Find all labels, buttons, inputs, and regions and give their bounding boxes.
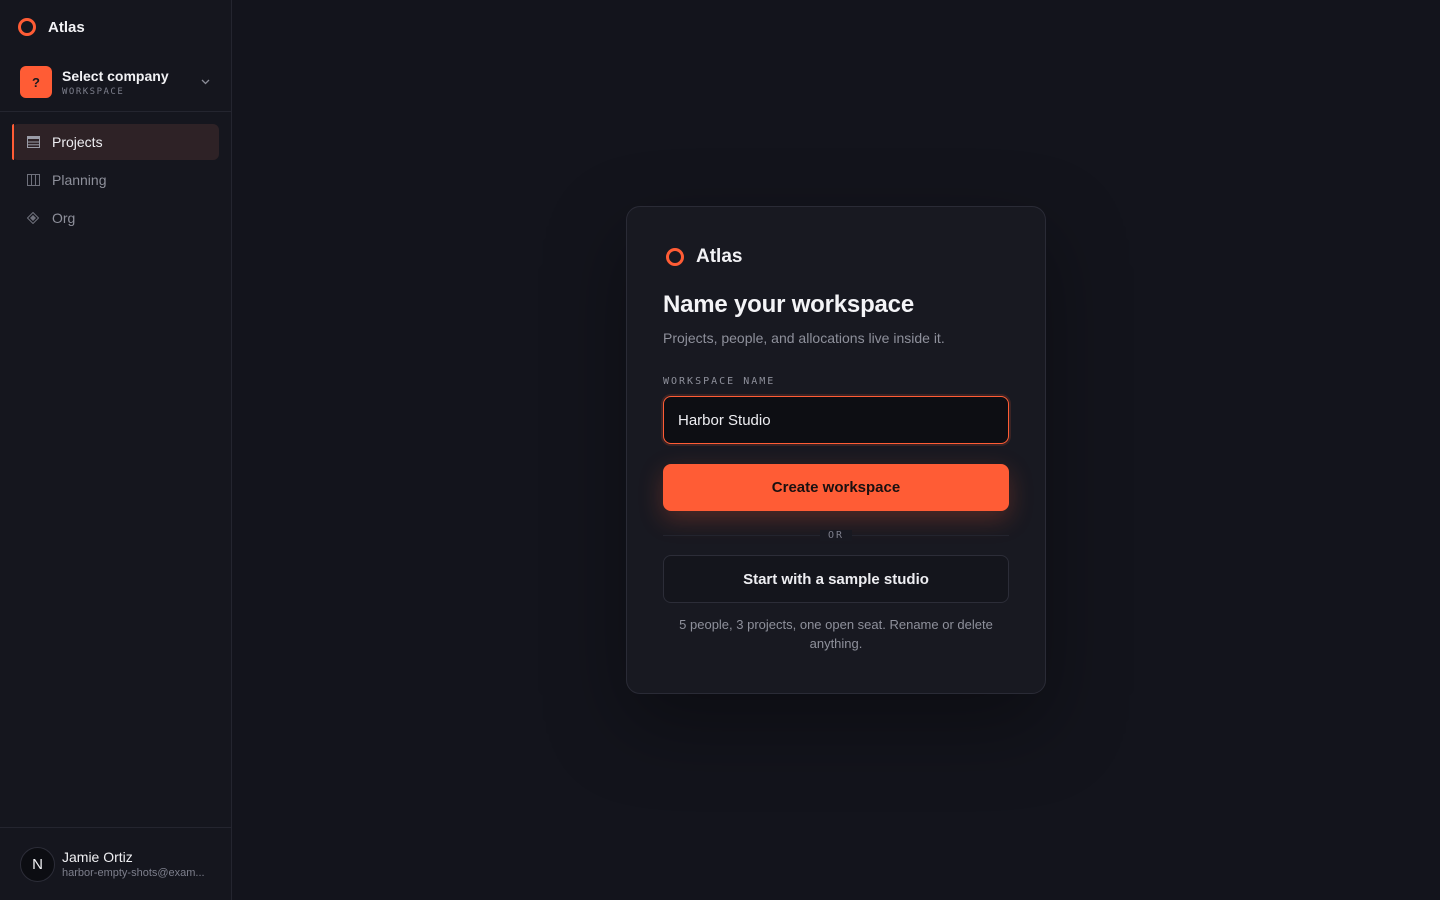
sidebar-item-label: Projects xyxy=(52,134,103,150)
card-subtitle: Projects, people, and allocations live i… xyxy=(663,330,945,346)
user-profile[interactable]: N Jamie Ortiz harbor-empty-shots@exam... xyxy=(0,827,231,900)
card-brand-name: Atlas xyxy=(696,246,743,267)
user-email: harbor-empty-shots@exam... xyxy=(62,867,205,879)
atlas-logo-icon xyxy=(18,18,36,36)
diamond-icon xyxy=(26,211,40,225)
or-divider-text: OR xyxy=(819,529,853,541)
sidebar-nav: Projects Planning Org xyxy=(0,112,231,238)
sidebar-item-label: Planning xyxy=(52,172,107,188)
workspace-card: Atlas Name your workspace Projects, peop… xyxy=(626,206,1046,694)
columns-icon xyxy=(26,173,40,187)
company-text: Select company WORKSPACE xyxy=(62,68,199,97)
workspace-name-input[interactable] xyxy=(663,396,1009,444)
company-avatar: ? xyxy=(20,66,52,98)
sidebar-item-projects[interactable]: Projects xyxy=(12,124,219,160)
avatar: N xyxy=(20,846,55,882)
company-name: Select company xyxy=(62,67,169,84)
sidebar: Atlas ? Select company WORKSPACE Project… xyxy=(0,0,232,900)
sample-studio-hint: 5 people, 3 projects, one open seat. Ren… xyxy=(679,617,993,651)
card-brand: Atlas xyxy=(666,243,1009,271)
company-subtitle: WORKSPACE xyxy=(62,86,125,97)
sidebar-brand[interactable]: Atlas xyxy=(0,0,231,54)
sample-studio-button[interactable]: Start with a sample studio xyxy=(663,555,1009,603)
or-divider: OR xyxy=(663,525,1009,545)
user-name: Jamie Ortiz xyxy=(62,849,133,865)
user-text: Jamie Ortiz harbor-empty-shots@exam... xyxy=(62,849,212,879)
sidebar-item-org[interactable]: Org xyxy=(12,200,219,236)
chevron-down-icon xyxy=(199,76,211,88)
table-icon xyxy=(26,135,40,149)
atlas-logo-icon xyxy=(666,248,684,266)
company-switcher[interactable]: ? Select company WORKSPACE xyxy=(0,54,231,110)
sidebar-item-label: Org xyxy=(52,210,76,226)
sidebar-item-planning[interactable]: Planning xyxy=(12,162,219,198)
workspace-name-label: WORKSPACE NAME xyxy=(663,376,776,387)
create-workspace-button[interactable]: Create workspace xyxy=(663,464,1009,511)
page-title: Name your workspace xyxy=(663,291,914,318)
main-area: Atlas Name your workspace Projects, peop… xyxy=(232,0,1440,900)
app-root: Atlas ? Select company WORKSPACE Project… xyxy=(0,0,1440,900)
app-name: Atlas xyxy=(48,18,85,36)
